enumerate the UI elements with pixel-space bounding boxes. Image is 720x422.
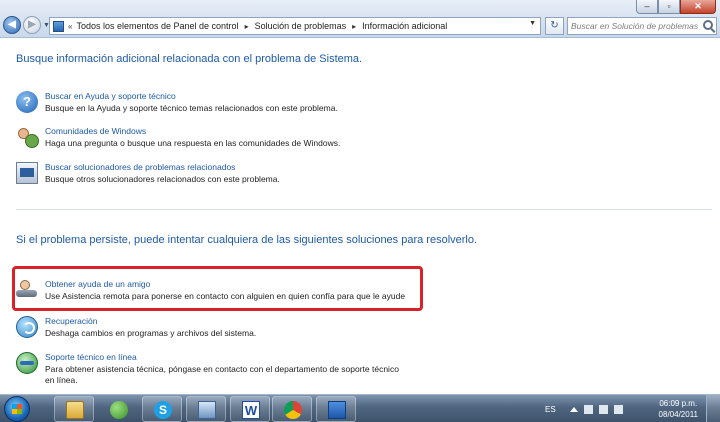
- window-controls: – ▫ ✕: [636, 0, 716, 14]
- window-titlebar: – ▫ ✕ ◀ ▶ ▼ « Todos los elementos de Pan…: [0, 0, 720, 38]
- clock-time: 06:09 p.m.: [659, 399, 698, 408]
- link-recovery[interactable]: Recuperación: [45, 316, 415, 326]
- control-panel-icon: [198, 401, 216, 419]
- item-description: Para obtener asistencia técnica, póngase…: [45, 364, 399, 385]
- community-icon: [16, 126, 39, 148]
- online-support-icon: [16, 352, 38, 374]
- search-icon[interactable]: [703, 20, 713, 30]
- link-windows-communities[interactable]: Comunidades de Windows: [45, 126, 415, 136]
- network-icon[interactable]: [598, 404, 608, 414]
- messenger-icon: [110, 401, 128, 419]
- link-help-support[interactable]: Buscar en Ayuda y soporte técnico: [45, 91, 415, 101]
- skype-icon: S: [154, 401, 172, 419]
- show-hidden-icons-icon[interactable]: [569, 406, 578, 412]
- section-divider: [16, 209, 712, 210]
- chevron-left-icon[interactable]: «: [68, 22, 72, 31]
- forward-button[interactable]: ▶: [23, 16, 41, 34]
- recovery-icon: [16, 316, 38, 338]
- breadcrumb-separator-icon[interactable]: ▸: [352, 22, 356, 31]
- taskbar-messenger-button[interactable]: [98, 396, 138, 422]
- system-clock[interactable]: 06:09 p.m. 08/04/2011: [659, 398, 698, 420]
- address-dropdown-icon[interactable]: ▼: [529, 20, 536, 27]
- list-item-windows-communities[interactable]: Comunidades de Windows Haga una pregunta…: [16, 126, 415, 149]
- maximize-button[interactable]: ▫: [658, 0, 680, 14]
- back-button[interactable]: ◀: [3, 16, 21, 34]
- taskbar-folder-button[interactable]: [316, 396, 356, 422]
- list-item-online-support[interactable]: Soporte técnico en línea Para obtener as…: [16, 352, 410, 386]
- language-indicator[interactable]: ES: [545, 405, 556, 414]
- start-button[interactable]: [4, 396, 30, 422]
- item-description: Busque otros solucionadores relacionados…: [45, 174, 280, 184]
- address-bar[interactable]: « Todos los elementos de Panel de contro…: [49, 17, 541, 35]
- word-icon: W: [242, 401, 260, 419]
- list-item-recovery[interactable]: Recuperación Deshaga cambios en programa…: [16, 316, 415, 339]
- show-desktop-button[interactable]: [706, 395, 720, 422]
- breadcrumb-all-control-panel[interactable]: Todos los elementos de Panel de control: [76, 21, 238, 31]
- breadcrumb-troubleshooting[interactable]: Solución de problemas: [255, 21, 347, 31]
- action-center-flag-icon[interactable]: [583, 404, 593, 414]
- folder-icon: [328, 401, 346, 419]
- section-heading-solutions: Si el problema persiste, puede intentar …: [16, 234, 478, 246]
- item-description: Deshaga cambios en programas y archivos …: [45, 328, 257, 338]
- troubleshooter-icon: [16, 162, 38, 184]
- explorer-icon: [66, 401, 84, 419]
- breadcrumb-separator-icon[interactable]: ▸: [245, 22, 249, 31]
- taskbar-explorer-button[interactable]: [54, 396, 94, 422]
- taskbar-chrome-button[interactable]: [272, 396, 312, 422]
- volume-icon[interactable]: [613, 404, 623, 414]
- clock-date: 08/04/2011: [658, 410, 698, 419]
- taskbar-control-panel-button[interactable]: [186, 396, 226, 422]
- red-highlight-box: [12, 266, 423, 311]
- close-button[interactable]: ✕: [680, 0, 716, 14]
- link-related-troubleshooters[interactable]: Buscar solucionadores de problemas relac…: [45, 162, 415, 172]
- chrome-icon: [284, 401, 302, 419]
- main-content: Busque información adicional relacionada…: [0, 39, 720, 394]
- item-description: Busque en la Ayuda y soporte técnico tem…: [45, 103, 338, 113]
- taskbar-word-button[interactable]: W: [230, 396, 270, 422]
- refresh-button[interactable]: ↻: [545, 17, 564, 35]
- taskbar: S W ES 06:09 p.m. 08/04/2011: [0, 394, 720, 422]
- breadcrumb-additional-info[interactable]: Información adicional: [362, 21, 447, 31]
- item-description: Haga una pregunta o busque una respuesta…: [45, 138, 341, 148]
- search-input[interactable]: Buscar en Solución de problemas: [567, 17, 717, 35]
- section-heading-additional-info: Busque información adicional relacionada…: [16, 53, 363, 65]
- search-placeholder: Buscar en Solución de problemas: [571, 21, 699, 31]
- navigation-buttons: ◀ ▶ ▼: [3, 16, 50, 34]
- system-tray: ES: [545, 395, 629, 422]
- list-item-related-troubleshooters[interactable]: Buscar solucionadores de problemas relac…: [16, 162, 415, 185]
- list-item-help-support[interactable]: ? Buscar en Ayuda y soporte técnico Busq…: [16, 91, 415, 114]
- control-panel-icon: [53, 20, 64, 32]
- minimize-button[interactable]: –: [636, 0, 658, 14]
- taskbar-skype-button[interactable]: S: [142, 396, 182, 422]
- link-online-support[interactable]: Soporte técnico en línea: [45, 352, 410, 362]
- help-icon: ?: [16, 91, 38, 113]
